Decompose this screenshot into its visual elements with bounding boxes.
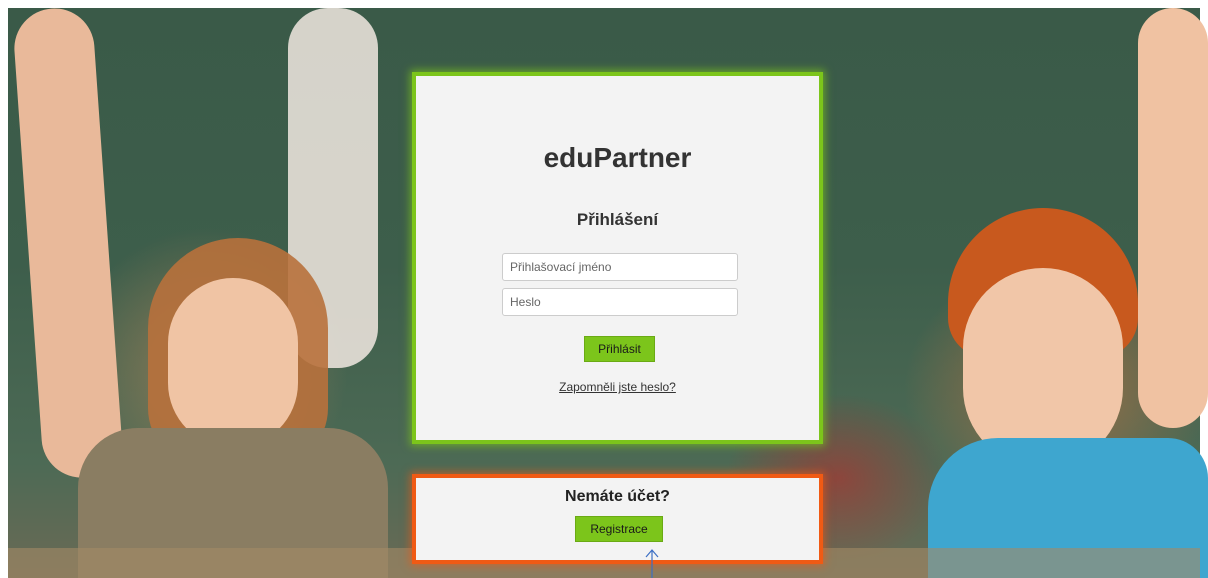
password-input[interactable] <box>502 288 738 316</box>
background-photo-arm-right <box>1138 8 1208 428</box>
background-photo-girl-face <box>168 278 298 448</box>
login-button[interactable]: Přihlásit <box>584 336 655 362</box>
login-heading: Přihlášení <box>576 210 659 229</box>
app-title: eduPartner <box>543 142 692 173</box>
background-photo-arm-left <box>11 5 125 481</box>
forgot-password-link[interactable]: Zapomněli jste heslo? <box>416 380 819 394</box>
login-panel: eduPartner Přihlášení Přihlásit Zapomněl… <box>412 72 823 444</box>
up-arrow-icon <box>645 549 659 578</box>
register-question: Nemáte účet? <box>565 488 670 505</box>
register-button[interactable]: Registrace <box>575 516 663 542</box>
username-input[interactable] <box>502 253 738 281</box>
register-panel: Nemáte účet? Registrace <box>412 474 823 564</box>
login-page: eduPartner Přihlášení Přihlásit Zapomněl… <box>0 0 1208 578</box>
